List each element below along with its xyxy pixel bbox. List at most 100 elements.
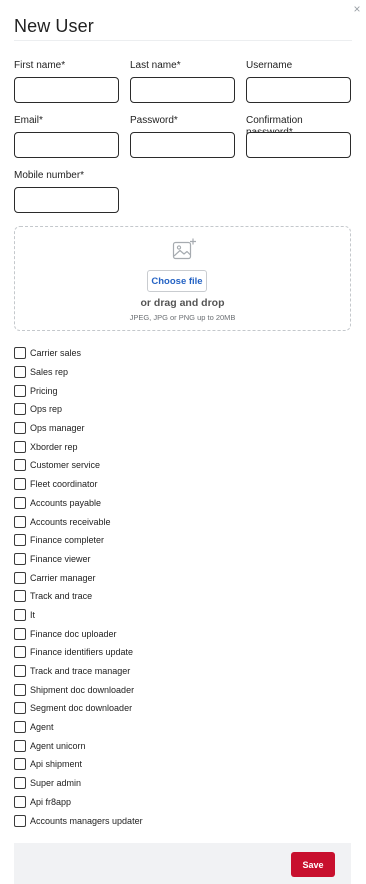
role-checkbox[interactable]: [14, 590, 26, 603]
role-item[interactable]: Api fr8app: [14, 793, 143, 812]
role-item[interactable]: Shipment doc downloader: [14, 680, 143, 699]
role-checkbox[interactable]: [14, 627, 26, 640]
role-checkbox[interactable]: [14, 496, 26, 509]
role-item[interactable]: Customer service: [14, 456, 143, 475]
password-group: Password*: [130, 115, 235, 158]
role-label: Carrier manager: [30, 572, 96, 583]
email-group: Email*: [14, 115, 119, 158]
role-item[interactable]: Accounts managers updater: [14, 811, 143, 830]
role-checkbox[interactable]: [14, 665, 26, 678]
role-checklist: Carrier sales Sales rep Pricing Ops rep Ops …: [14, 344, 143, 830]
role-item[interactable]: It: [14, 606, 143, 625]
email-label: Email: [14, 115, 40, 126]
role-label: It: [30, 609, 36, 620]
role-item[interactable]: Track and trace manager: [14, 662, 143, 681]
confirm-password-input[interactable]: [246, 132, 351, 158]
role-checkbox[interactable]: [14, 608, 26, 621]
role-label: Segment doc downloader: [30, 703, 133, 714]
role-checkbox[interactable]: [14, 459, 26, 472]
choose-file-button[interactable]: Choose file: [147, 270, 207, 292]
role-item[interactable]: Track and trace: [14, 587, 143, 606]
role-checkbox[interactable]: [14, 814, 26, 827]
role-label: Accounts managers updater: [30, 815, 143, 826]
last-name-group: Last name*: [130, 60, 235, 103]
role-label: Sales rep: [30, 367, 69, 378]
role-item[interactable]: Agent: [14, 718, 143, 737]
role-checkbox[interactable]: [14, 646, 26, 659]
role-checkbox[interactable]: [14, 721, 26, 734]
email-input[interactable]: [14, 132, 119, 158]
role-item[interactable]: Carrier sales: [14, 344, 143, 363]
role-checkbox[interactable]: [14, 366, 26, 379]
required-mark: *: [80, 170, 85, 181]
role-checkbox[interactable]: [14, 739, 26, 752]
role-checkbox[interactable]: [14, 515, 26, 528]
role-checkbox[interactable]: [14, 795, 26, 808]
role-item[interactable]: Finance viewer: [14, 550, 143, 569]
role-label: Finance completer: [30, 535, 105, 546]
username-input[interactable]: [246, 77, 351, 103]
role-checkbox[interactable]: [14, 440, 26, 453]
role-checkbox[interactable]: [14, 683, 26, 696]
role-label: Api shipment: [30, 759, 83, 770]
role-item[interactable]: Api shipment: [14, 755, 143, 774]
role-label: Agent unicorn: [30, 740, 86, 751]
role-item[interactable]: Finance completer: [14, 531, 143, 550]
role-item[interactable]: Ops rep: [14, 400, 143, 419]
role-checkbox[interactable]: [14, 552, 26, 565]
role-checkbox[interactable]: [14, 777, 26, 790]
role-label: Super admin: [30, 778, 82, 789]
role-item[interactable]: Accounts receivable: [14, 512, 143, 531]
role-item[interactable]: Fleet coordinator: [14, 475, 143, 494]
role-item[interactable]: Finance identifiers update: [14, 643, 143, 662]
role-checkbox[interactable]: [14, 384, 26, 397]
required-mark: *: [39, 115, 43, 126]
role-checkbox[interactable]: [14, 403, 26, 416]
role-item[interactable]: Xborder rep: [14, 437, 143, 456]
drag-drop-text: or drag and drop: [140, 297, 225, 309]
first-name-input[interactable]: [14, 77, 119, 103]
role-item[interactable]: Pricing: [14, 381, 143, 400]
role-item[interactable]: Finance doc uploader: [14, 624, 143, 643]
role-label: Track and trace: [30, 591, 93, 602]
role-label: Track and trace manager: [30, 666, 131, 677]
role-checkbox[interactable]: [14, 422, 26, 435]
required-mark: *: [61, 60, 66, 71]
image-add-icon: [172, 238, 196, 260]
mobile-input[interactable]: [14, 187, 119, 213]
last-name-input[interactable]: [130, 77, 235, 103]
role-item[interactable]: Ops manager: [14, 419, 143, 438]
page-title: New User: [14, 16, 94, 36]
role-label: Carrier sales: [30, 348, 82, 359]
first-name-label: First name: [14, 60, 62, 71]
role-label: Accounts payable: [30, 497, 102, 508]
required-mark: *: [173, 115, 178, 126]
role-item[interactable]: Super admin: [14, 774, 143, 793]
role-item[interactable]: Carrier manager: [14, 568, 143, 587]
close-icon[interactable]: ×: [352, 3, 362, 15]
role-checkbox[interactable]: [14, 758, 26, 771]
role-item[interactable]: Sales rep: [14, 363, 143, 382]
role-checkbox[interactable]: [14, 571, 26, 584]
role-item[interactable]: Accounts payable: [14, 494, 143, 513]
save-button[interactable]: Save: [291, 852, 335, 877]
password-input[interactable]: [130, 132, 235, 158]
role-label: Finance viewer: [30, 553, 91, 564]
role-checkbox[interactable]: [14, 347, 26, 360]
role-label: Agent: [30, 722, 54, 733]
file-type-hint: JPEG, JPG or PNG up to 20MB: [129, 313, 236, 322]
file-dropzone[interactable]: Choose file or drag and drop JPEG, JPG o…: [14, 226, 351, 331]
role-label: Ops manager: [30, 423, 85, 434]
required-mark: *: [176, 60, 181, 71]
role-checkbox[interactable]: [14, 478, 26, 491]
dialog-footer: Save: [14, 843, 351, 884]
role-checkbox[interactable]: [14, 702, 26, 715]
role-label: Finance identifiers update: [30, 647, 134, 658]
role-label: Fleet coordinator: [30, 479, 98, 490]
role-item[interactable]: Agent unicorn: [14, 736, 143, 755]
title-divider: [14, 40, 352, 41]
role-label: Finance doc uploader: [30, 628, 117, 639]
confirm-password-group: Confirmation password*: [246, 115, 351, 158]
role-checkbox[interactable]: [14, 534, 26, 547]
role-item[interactable]: Segment doc downloader: [14, 699, 143, 718]
